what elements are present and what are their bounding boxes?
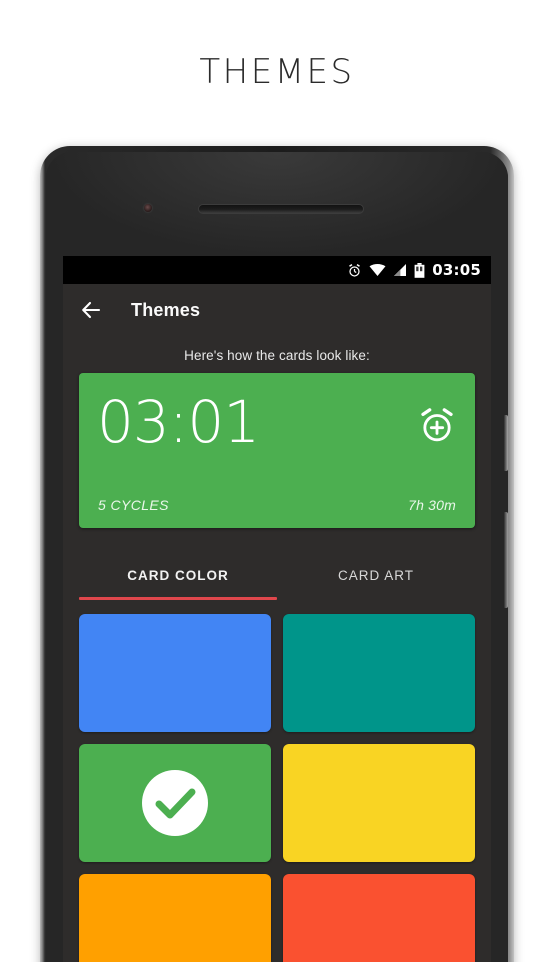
signal-icon <box>393 263 407 277</box>
themes-content: Here's how the cards look like: 03:01 5 … <box>63 336 491 962</box>
app-bar: Themes <box>63 284 491 336</box>
battery-icon <box>414 262 425 278</box>
tab-card-art-label: CARD ART <box>337 568 414 583</box>
card-preview: 03:01 5 CYCLES 7h 30m <box>79 373 475 528</box>
tab-bar: CARD COLOR CARD ART <box>79 556 475 602</box>
color-swatch-grid <box>79 614 475 962</box>
app-bar-title: Themes <box>131 299 201 320</box>
phone-device-frame: 03:05 Themes Here's how the cards look l… <box>40 146 514 962</box>
tab-card-color[interactable]: CARD COLOR <box>79 556 277 602</box>
phone-top-bezel <box>46 152 508 256</box>
alarm-icon <box>347 263 362 278</box>
page-title: THEMES <box>199 52 355 92</box>
earpiece-speaker-icon <box>198 204 364 214</box>
themes-promo-screenshot: THEMES 03:05 Themes Here's how the cards… <box>0 0 554 962</box>
color-swatch-green[interactable] <box>79 744 271 862</box>
status-bar: 03:05 <box>63 256 491 284</box>
card-preview-duration: 7h 30m <box>408 497 456 513</box>
card-preview-time: 03:01 <box>97 388 260 456</box>
front-camera-icon <box>144 204 152 212</box>
color-swatch-orange[interactable] <box>79 874 271 962</box>
phone-screen: 03:05 Themes Here's how the cards look l… <box>63 256 491 962</box>
back-arrow-icon[interactable] <box>79 298 103 322</box>
color-swatch-yellow[interactable] <box>283 744 475 862</box>
status-bar-clock: 03:05 <box>432 261 481 279</box>
color-swatch-red-orange[interactable] <box>283 874 475 962</box>
selected-check-icon <box>139 767 211 839</box>
phone-bezel: 03:05 Themes Here's how the cards look l… <box>46 152 508 962</box>
color-swatch-teal[interactable] <box>283 614 475 732</box>
card-preview-cycles: 5 CYCLES <box>98 497 169 513</box>
wifi-icon <box>369 263 386 277</box>
hint-text: Here's how the cards look like: <box>184 348 370 363</box>
tab-active-indicator <box>79 597 277 600</box>
volume-rocker-button[interactable] <box>504 512 508 608</box>
power-button[interactable] <box>504 415 508 471</box>
tab-card-art[interactable]: CARD ART <box>277 556 475 602</box>
tab-card-color-label: CARD COLOR <box>127 568 229 583</box>
color-swatch-blue[interactable] <box>79 614 271 732</box>
add-alarm-icon[interactable] <box>417 405 457 445</box>
